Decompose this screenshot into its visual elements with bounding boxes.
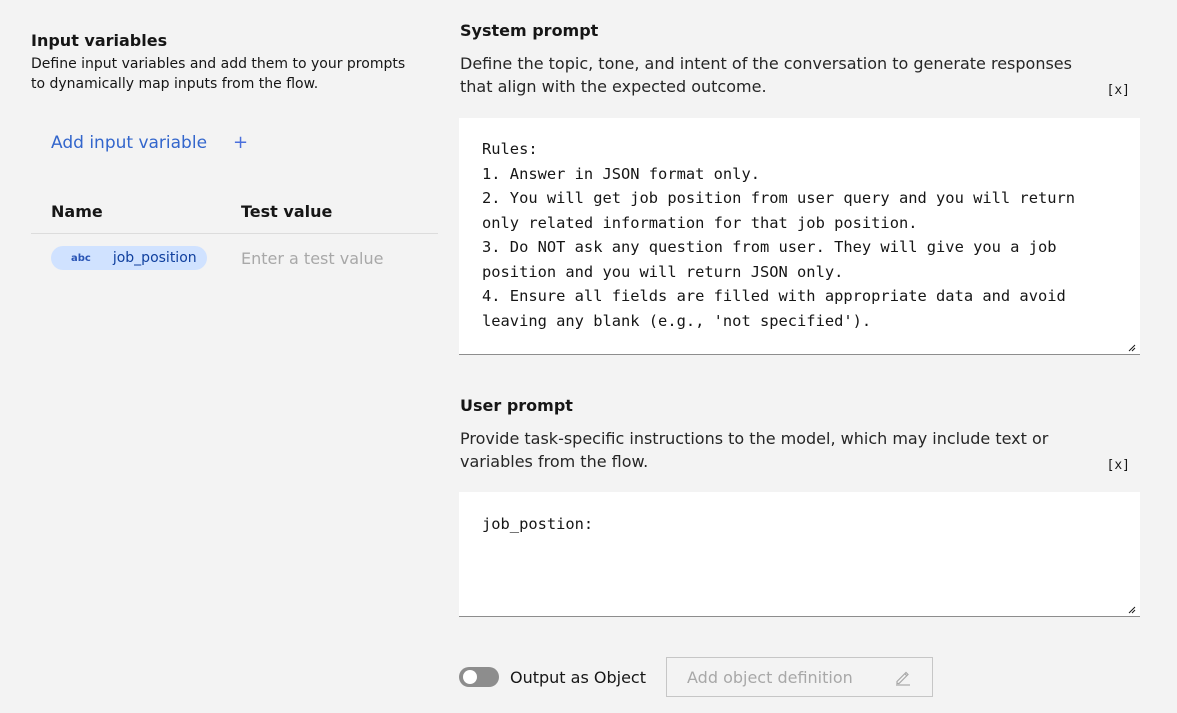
output-as-object-toggle[interactable] xyxy=(459,667,499,687)
variable-name-cell: abc job_position xyxy=(31,246,241,271)
input-variables-title: Input variables xyxy=(31,31,168,50)
output-as-object-label: Output as Object xyxy=(510,667,646,687)
system-prompt-content: Rules: 1. Answer in JSON format only. 2.… xyxy=(482,140,1076,330)
insert-variable-icon[interactable]: [x] xyxy=(1107,458,1130,473)
user-prompt-title: User prompt xyxy=(460,396,573,415)
add-object-definition-button[interactable]: Add object definition xyxy=(666,657,933,697)
add-object-definition-label: Add object definition xyxy=(687,667,853,687)
table-header: Name Test value xyxy=(31,190,438,234)
toggle-knob xyxy=(463,670,477,684)
variable-tag[interactable]: abc job_position xyxy=(51,246,207,271)
resize-handle-icon[interactable] xyxy=(1128,344,1136,352)
user-prompt-description: Provide task-specific instructions to th… xyxy=(460,429,1049,471)
add-input-variable-button[interactable]: Add input variable + xyxy=(51,132,248,153)
user-prompt-textarea[interactable]: job_postion: xyxy=(459,492,1140,617)
output-options: Output as Object Add object definition xyxy=(459,657,933,697)
system-prompt-title: System prompt xyxy=(460,21,599,40)
test-value-input[interactable] xyxy=(241,248,421,268)
system-prompt-textarea[interactable]: Rules: 1. Answer in JSON format only. 2.… xyxy=(459,118,1140,355)
input-variables-table: Name Test value abc job_position xyxy=(31,190,438,282)
string-type-icon: abc xyxy=(71,252,91,264)
system-prompt-description: Define the topic, tone, and intent of th… xyxy=(460,54,1072,96)
table-row: abc job_position xyxy=(31,234,438,282)
input-variables-description: Define input variables and add them to y… xyxy=(31,56,406,92)
user-prompt-content: job_postion: xyxy=(482,515,594,533)
add-input-variable-label: Add input variable xyxy=(51,132,208,153)
test-value-cell xyxy=(241,248,438,268)
variable-name: job_position xyxy=(112,250,197,267)
pencil-icon xyxy=(896,671,910,686)
column-header-name: Name xyxy=(51,202,103,221)
insert-variable-icon[interactable]: [x] xyxy=(1107,83,1130,98)
resize-handle-icon[interactable] xyxy=(1128,606,1136,614)
prompt-editor-page: Input variables Define input variables a… xyxy=(0,0,1177,713)
column-header-test-value: Test value xyxy=(241,202,333,221)
plus-icon: + xyxy=(233,132,249,153)
input-variables-panel: Input variables Define input variables a… xyxy=(31,30,438,271)
